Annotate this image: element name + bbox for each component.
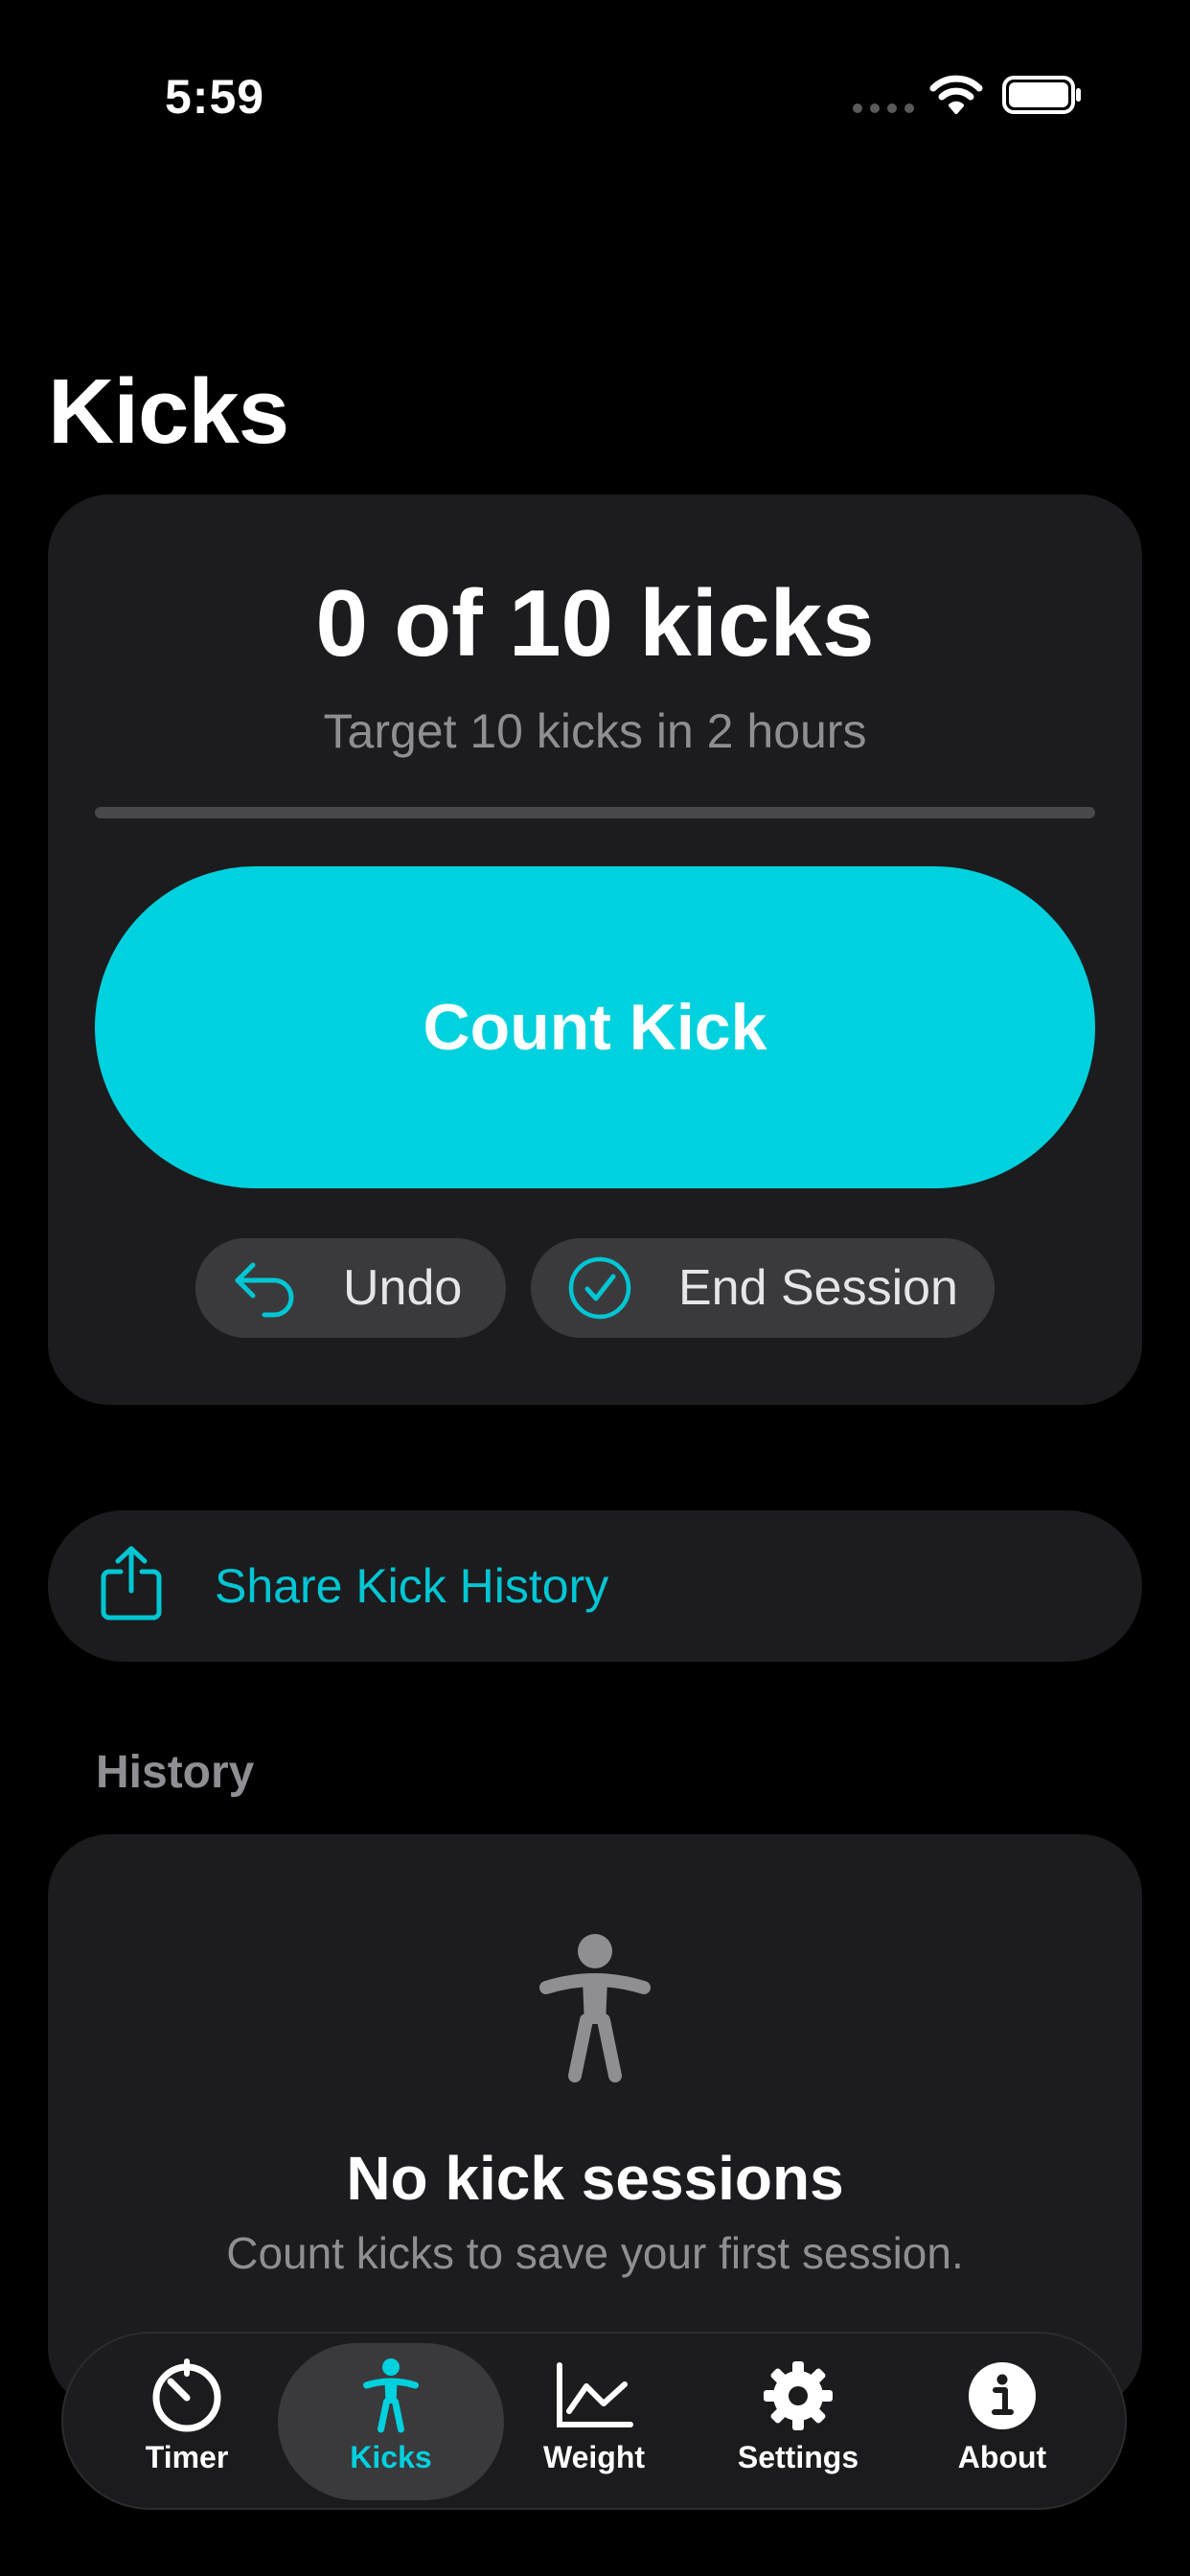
count-kick-label: Count Kick: [423, 991, 767, 1064]
tab-weight[interactable]: Weight: [498, 2358, 690, 2475]
tab-weight-label: Weight: [542, 2440, 646, 2474]
page-title: Kicks: [48, 360, 289, 463]
timer-icon: [91, 2358, 283, 2434]
history-empty-card: [48, 1834, 1142, 2409]
tab-kicks[interactable]: Kicks: [295, 2358, 487, 2475]
status-time: 5:59: [165, 70, 265, 124]
tab-about-label: About: [957, 2440, 1047, 2474]
cellular-signal-icon: [853, 104, 914, 113]
target-text: Target 10 kicks in 2 hours: [323, 704, 867, 758]
tab-kicks-label: Kicks: [350, 2440, 432, 2474]
wifi-icon: [929, 75, 983, 120]
history-section-header: History: [96, 1747, 255, 1798]
checkmark-circle-icon: [567, 1255, 632, 1321]
end-session-button[interactable]: End Session: [531, 1238, 995, 1338]
end-session-label: End Session: [678, 1260, 958, 1316]
share-icon: [100, 1545, 163, 1626]
empty-state-subtitle: Count kicks to save your first session.: [226, 2228, 964, 2278]
info-icon: [906, 2358, 1098, 2434]
tab-settings-label: Settings: [737, 2440, 859, 2474]
battery-icon: [1002, 75, 1085, 120]
undo-label: Undo: [343, 1260, 463, 1316]
undo-icon: [232, 1257, 299, 1319]
count-kick-button[interactable]: Count Kick: [95, 866, 1095, 1188]
figure-icon: [538, 1932, 652, 2090]
gear-icon: [702, 2358, 894, 2434]
tab-settings[interactable]: Settings: [702, 2358, 894, 2475]
undo-button[interactable]: Undo: [195, 1238, 506, 1338]
tab-timer[interactable]: Timer: [91, 2358, 283, 2475]
figure-icon: [295, 2358, 487, 2434]
kick-count-title: 0 of 10 kicks: [315, 570, 875, 676]
tab-timer-label: Timer: [145, 2440, 229, 2474]
kick-progress-bar: [95, 807, 1095, 818]
empty-state-title: No kick sessions: [346, 2144, 844, 2213]
tab-about[interactable]: About: [906, 2358, 1098, 2475]
chart-line-icon: [498, 2358, 690, 2434]
share-kick-history-label: Share Kick History: [215, 1559, 609, 1613]
